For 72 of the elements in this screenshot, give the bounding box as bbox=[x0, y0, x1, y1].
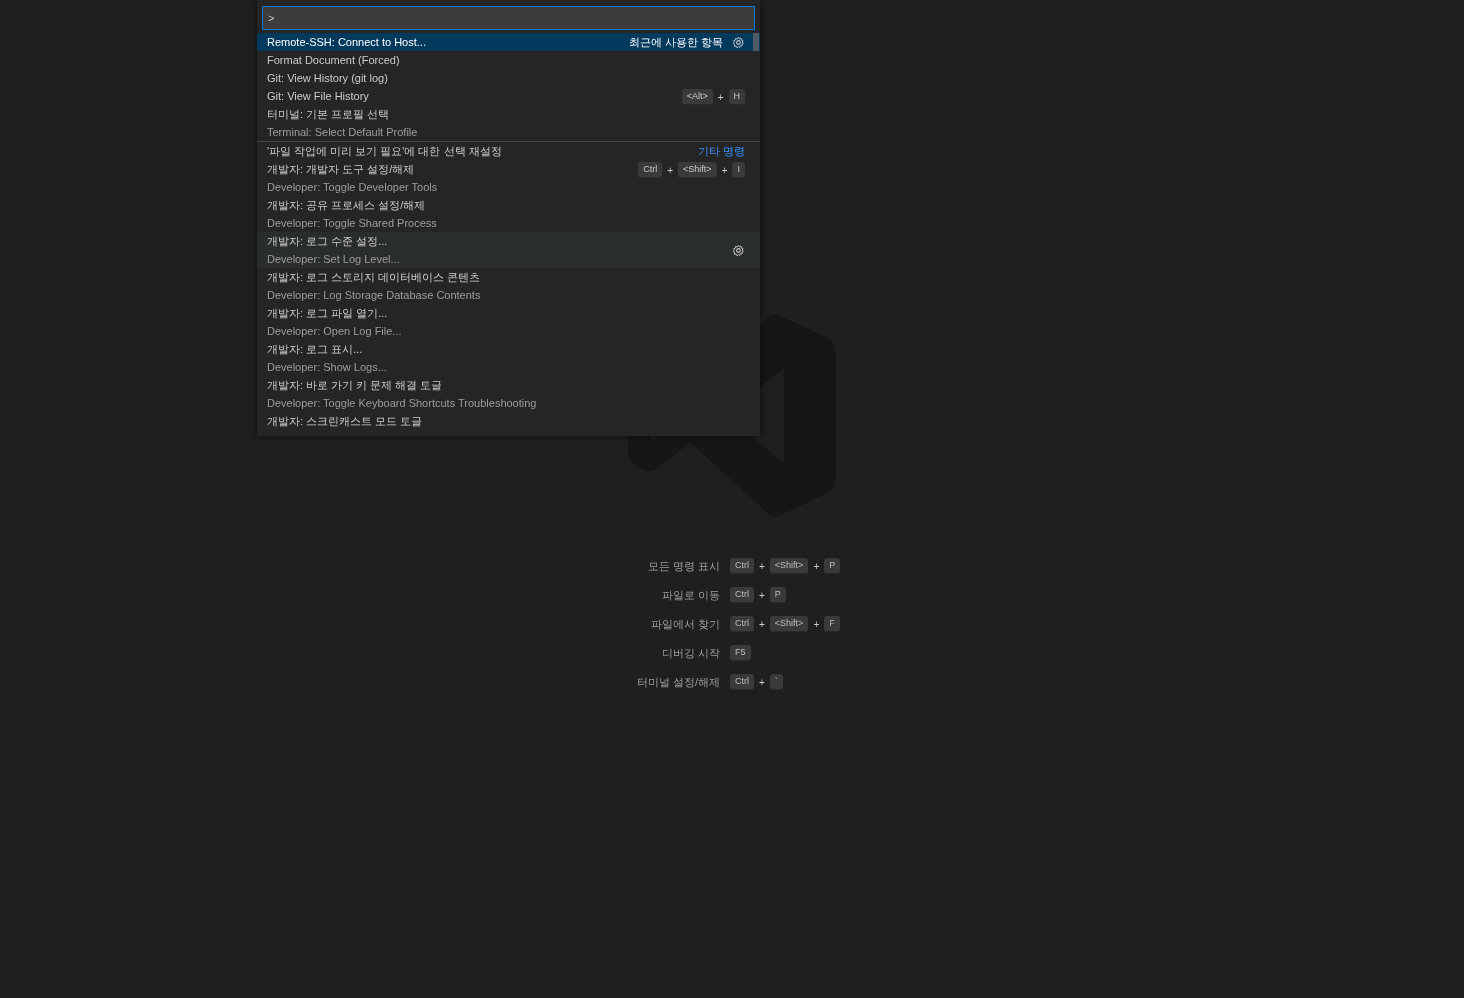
key-cap: ` bbox=[769, 674, 783, 690]
command-item[interactable]: Git: View History (git log) bbox=[257, 69, 760, 87]
command-item[interactable]: 개발자: 바로 가기 키 문제 해결 토글 Developer: Toggle Keyboard Shortcuts Troubleshooting bbox=[257, 376, 760, 412]
command-label: '파일 작업에 미리 보기 필요'에 대한 선택 재설정 bbox=[267, 144, 503, 159]
plus-sign: + bbox=[759, 588, 765, 603]
command-detail: Developer: Toggle Shared Process bbox=[267, 216, 438, 231]
shortcut-label: 파일로 이동 bbox=[660, 588, 720, 603]
key-cap: Ctrl bbox=[638, 162, 663, 178]
command-item[interactable]: '파일 작업에 미리 보기 필요'에 대한 선택 재설정 기타 명령 bbox=[257, 141, 760, 160]
scrollbar-thumb[interactable] bbox=[753, 33, 759, 51]
command-item[interactable]: 개발자: 공유 프로세스 설정/해제 Developer: Toggle Shared Process bbox=[257, 196, 760, 232]
command-input[interactable]: > bbox=[262, 6, 755, 30]
key-cap: Ctrl bbox=[730, 558, 754, 574]
key-cap: H bbox=[728, 89, 745, 105]
plus-sign: + bbox=[667, 163, 674, 178]
command-item[interactable]: 개발자: 개발자 도구 설정/해제 Developer: Toggle Developer Tools Ctrl + <Shift> + I bbox=[257, 160, 760, 196]
command-item[interactable]: 개발자: 로그 파일 열기... Developer: Open Log File... bbox=[257, 304, 760, 340]
settings-icon[interactable] bbox=[732, 35, 745, 49]
shortcut-label: 파일에서 찾기 bbox=[649, 617, 720, 632]
command-detail: Terminal: Select Default Profile bbox=[267, 125, 419, 140]
key-cap: P bbox=[769, 587, 786, 603]
key-cap: P bbox=[824, 558, 841, 574]
settings-icon[interactable] bbox=[732, 243, 745, 257]
plus-sign: + bbox=[759, 559, 765, 574]
command-label: 개발자: 로그 파일 열기... bbox=[267, 306, 389, 321]
plus-sign: + bbox=[759, 675, 765, 690]
key-cap: <Shift> bbox=[678, 162, 717, 178]
command-label: 개발자: 로그 스토리지 데이터베이스 콘텐츠 bbox=[267, 270, 482, 285]
plus-sign: + bbox=[721, 163, 728, 178]
key-cap: I bbox=[732, 162, 745, 178]
command-label: 터미널: 기본 프로필 선택 bbox=[267, 107, 391, 122]
key-cap: F5 bbox=[730, 645, 751, 661]
command-item[interactable]: 터미널: 기본 프로필 선택 Terminal: Select Default Profile bbox=[257, 105, 760, 141]
command-detail: Developer: Show Logs... bbox=[267, 360, 388, 375]
command-label: Remote-SSH: Connect to Host... bbox=[267, 35, 427, 50]
plus-sign: + bbox=[813, 617, 820, 632]
command-item[interactable]: 개발자: 로그 수준 설정... Developer: Set Log Level... bbox=[257, 232, 760, 268]
command-label: Git: View File History bbox=[267, 89, 370, 104]
plus-sign: + bbox=[813, 559, 820, 574]
shortcut-label: 모든 명령 표시 bbox=[646, 559, 720, 574]
key-cap: <Alt> bbox=[681, 89, 713, 105]
command-item[interactable]: Git: View File History <Alt> + H bbox=[257, 87, 760, 105]
plus-sign: + bbox=[717, 90, 724, 105]
command-detail: Developer: Open Log File... bbox=[267, 324, 403, 339]
command-detail: Developer: Log Storage Database Contents bbox=[267, 288, 482, 303]
key-cap: F bbox=[824, 616, 840, 632]
group-label: 최근에 사용한 항목 bbox=[628, 34, 723, 50]
command-detail: Developer: Set Log Level... bbox=[267, 252, 401, 267]
key-cap: Ctrl bbox=[730, 616, 754, 632]
command-label: Format Document (Forced) bbox=[267, 53, 401, 68]
group-label: 기타 명령 bbox=[697, 143, 745, 159]
key-cap: <Shift> bbox=[769, 558, 809, 574]
command-detail: Developer: Toggle Keyboard Shortcuts Troubleshooting bbox=[267, 396, 538, 411]
command-item[interactable]: 개발자: 스크린캐스트 모드 토글 bbox=[257, 412, 760, 430]
command-label: 개발자: 공유 프로세스 설정/해제 bbox=[267, 198, 427, 213]
command-item[interactable]: Format Document (Forced) bbox=[257, 51, 760, 69]
command-label: Git: View History (git log) bbox=[267, 71, 389, 86]
command-label: 개발자: 로그 표시... bbox=[267, 342, 364, 357]
key-cap: <Shift> bbox=[769, 616, 809, 632]
key-cap: Ctrl bbox=[730, 587, 754, 603]
command-label: 개발자: 개발자 도구 설정/해제 bbox=[267, 162, 416, 177]
shortcut-label: 터미널 설정/해제 bbox=[635, 675, 720, 690]
command-detail: Developer: Toggle Developer Tools bbox=[267, 180, 439, 195]
command-label: 개발자: 스크린캐스트 모드 토글 bbox=[267, 414, 424, 429]
key-cap: Ctrl bbox=[730, 674, 754, 690]
plus-sign: + bbox=[759, 617, 765, 632]
command-item[interactable]: Remote-SSH: Connect to Host... 최근에 사용한 항목 bbox=[257, 33, 760, 51]
command-item[interactable]: 개발자: 로그 표시... Developer: Show Logs... bbox=[257, 340, 760, 376]
shortcut-label: 디버깅 시작 bbox=[660, 646, 720, 661]
command-label: 개발자: 로그 수준 설정... bbox=[267, 234, 389, 249]
command-item[interactable]: 개발자: 로그 스토리지 데이터베이스 콘텐츠 Developer: Log Storage Database Contents bbox=[257, 268, 760, 304]
command-label: 개발자: 바로 가기 키 문제 해결 토글 bbox=[267, 378, 444, 393]
